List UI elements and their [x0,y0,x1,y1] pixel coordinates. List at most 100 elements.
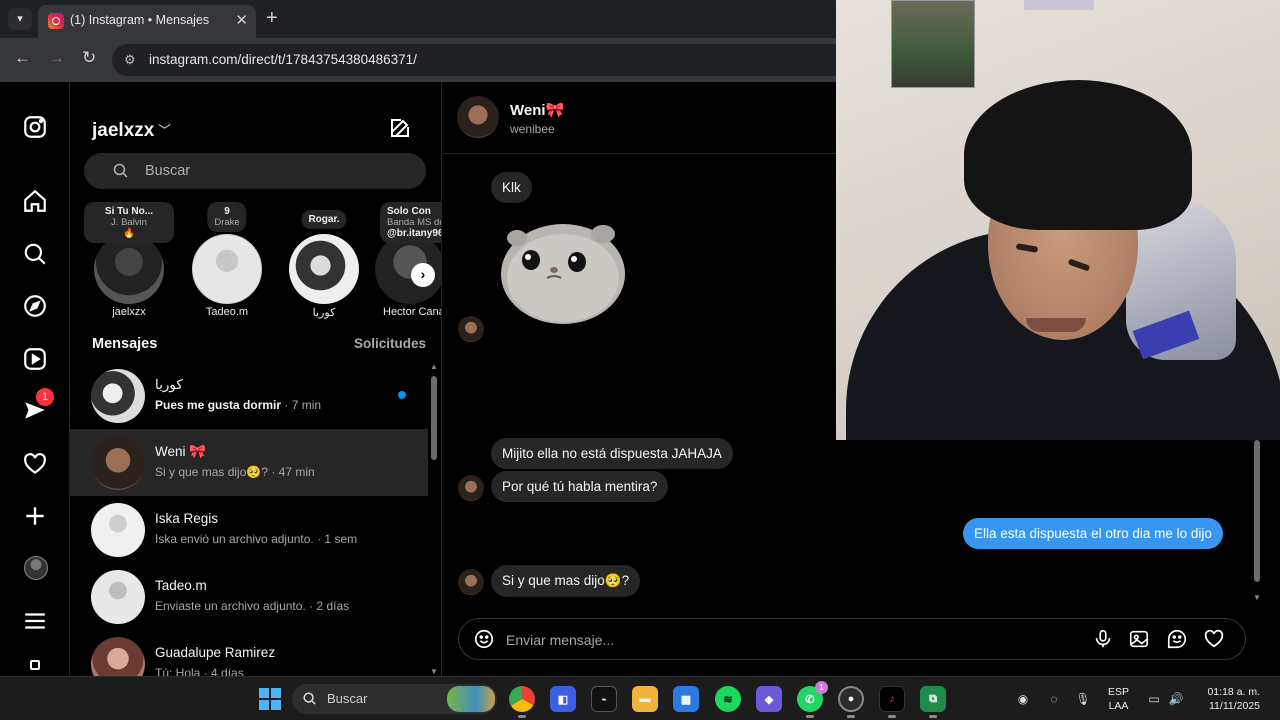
create-plus-icon[interactable] [22,503,50,531]
requests-link[interactable]: Solicitudes [354,336,426,351]
tiktok-icon[interactable]: ♪ [879,686,905,712]
forward-icon[interactable]: → [48,48,65,68]
browser-tab-instagram[interactable]: (1) Instagram • Mensajes ✕ [38,5,256,38]
message-bubble-incoming: Si y que mas dijo🥺? [491,565,641,597]
image-icon[interactable] [1128,628,1150,655]
obs-icon[interactable]: ● [838,686,864,712]
explore-icon[interactable] [22,293,50,321]
windows-start-icon[interactable] [259,688,281,710]
tab-search-button[interactable]: ▾ [8,8,32,30]
conversation-list-scrollbar[interactable]: ▲ ▼ [429,362,439,676]
back-icon[interactable]: ← [14,48,31,68]
url-text[interactable]: instagram.com/direct/t/17843754380486371… [149,52,417,67]
chat-contact-name[interactable]: Weni🎀 [510,101,564,119]
instagram-logo-icon[interactable] [22,114,50,142]
scroll-down-icon[interactable]: ▼ [1252,593,1262,602]
keyboard-layout: LAA [1108,700,1129,712]
conversation-item[interactable]: Guadalupe Ramirez Tú: Hola · 4 días [70,630,428,676]
taskbar-search[interactable]: Buscar [292,684,497,714]
scroll-up-icon[interactable]: ▲ [429,362,439,371]
close-tab-icon[interactable]: ✕ [235,11,248,29]
home-icon[interactable] [22,188,50,216]
conversation-name: كوريا [155,377,183,392]
conversation-item[interactable]: Tadeo.m Enviaste un archivo adjunto. · 2… [70,563,428,630]
app-icon[interactable]: ◧ [550,686,576,712]
scroll-down-icon[interactable]: ▼ [429,667,439,676]
compose-icon[interactable] [388,116,412,145]
whatsapp-icon[interactable]: ✆ 1 [797,681,828,712]
note-item[interactable]: Si Tu No... J. Balvin 🔥 jaelxzx [79,202,179,322]
scrollbar-thumb[interactable] [1254,440,1260,582]
menu-hamburger-icon[interactable] [22,608,50,636]
language-indicator[interactable]: ESP LAA [1108,685,1129,713]
microphone-tray-icon[interactable]: 🎙 [1074,690,1092,708]
reload-icon[interactable]: ↻ [82,48,96,68]
instagram-nav-rail: 1 [0,82,70,676]
chrome-icon[interactable] [509,686,535,712]
message-composer[interactable]: Enviar mensaje... [458,618,1246,660]
search-input[interactable]: Buscar [84,153,426,189]
note-name: Tadeo.m [205,306,249,318]
avatar [91,503,145,557]
discord-tray-icon[interactable]: ◉ [1014,690,1032,708]
chat-scrollbar[interactable]: ▼ [1251,440,1263,602]
avatar[interactable] [457,96,499,138]
spotify-icon[interactable]: ≋ [715,686,741,712]
avatar [91,369,145,423]
note-item[interactable]: Solo Con Banda MS de @br.itany96 Hector … [372,202,442,322]
conversation-preview: Tú: Hola · 4 días [155,666,244,676]
search-icon[interactable] [22,241,50,269]
more-icon[interactable] [30,660,40,670]
messages-heading: Mensajes [92,336,158,352]
tray-app-icon[interactable]: ◌ [1045,690,1063,708]
running-indicator [806,715,814,718]
note-extra: 🔥 [123,228,135,239]
app-icon[interactable]: ◆ [756,686,782,712]
scrollbar-thumb[interactable] [431,376,437,460]
note-name: كوريا [312,307,336,319]
file-explorer-icon[interactable]: ▬ [632,686,658,712]
account-username[interactable]: jaelxzx [92,120,154,142]
wall-poster [891,0,975,88]
conversation-name: Guadalupe Ramirez [155,645,276,660]
emoji-icon[interactable] [473,628,495,655]
note-subtitle: Banda MS de [387,217,442,228]
microsoft-store-icon[interactable]: ▦ [673,686,699,712]
system-clock[interactable]: 01:18 a. m. 11/11/2025 [1196,685,1260,713]
avatar [458,569,484,595]
address-bar[interactable]: ⚙ instagram.com/direct/t/178437543804863… [112,44,836,76]
app-icon[interactable]: ⧉ [920,686,946,712]
microphone-icon[interactable] [1092,628,1114,655]
note-item[interactable]: 9 Drake Tadeo.m [177,202,277,322]
network-icon[interactable]: ▭ [1145,690,1163,708]
volume-icon[interactable]: 🔊 [1167,690,1185,708]
note-bubble: Solo Con Banda MS de @br.itany96 [380,202,442,243]
preview-text: Pues me gusta dormir [155,398,282,412]
preview-time: · 2 días [305,599,350,613]
conversation-item-active[interactable]: Weni 🎀 Si y que mas dijo🥺? · 47 min [70,429,428,496]
chevron-down-icon[interactable]: ﹀ [158,120,171,139]
webcam-person-hair [964,80,1192,230]
clock-time: 01:18 a. m. [1207,686,1260,698]
message-input-placeholder[interactable]: Enviar mensaje... [506,632,614,648]
new-tab-icon[interactable]: + [266,7,278,30]
note-title: Si Tu No... [104,206,154,217]
conversation-item[interactable]: Iska Regis Iska envió un archivo adjunto… [70,496,428,563]
avatar [289,234,359,304]
app-icon[interactable]: ⌁ [591,686,617,712]
site-info-icon[interactable]: ⚙ [124,52,136,68]
notifications-heart-icon[interactable] [22,451,50,479]
wall-sticker [1024,0,1094,10]
webcam-person-mouth [1026,318,1086,332]
conversation-item[interactable]: كوريا Pues me gusta dormir · 7 min [70,362,428,429]
chevron-right-icon[interactable]: › [411,263,435,287]
whatsapp-badge: 1 [815,681,828,694]
conversation-name: Tadeo.m [155,578,207,593]
messages-icon[interactable]: 1 [22,388,54,426]
heart-icon[interactable] [1203,628,1225,655]
profile-avatar[interactable] [24,556,52,584]
note-name: jaelxzx [112,306,146,318]
sticker-icon[interactable] [1166,628,1188,655]
reels-icon[interactable] [22,346,50,374]
note-item[interactable]: Rogar. كوريا [274,202,374,322]
